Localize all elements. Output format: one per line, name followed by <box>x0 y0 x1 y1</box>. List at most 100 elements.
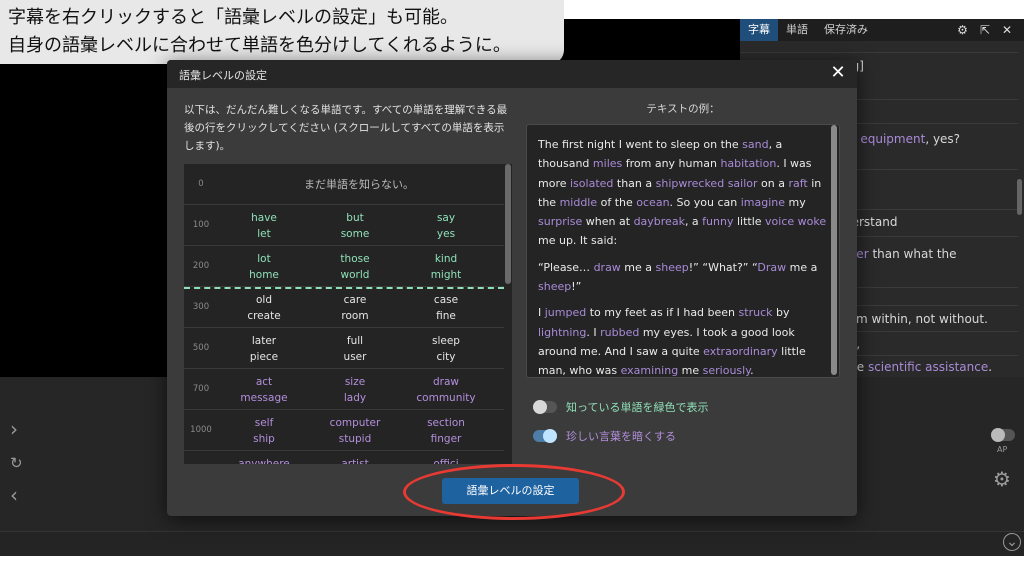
level-number: 300 <box>192 302 210 312</box>
text-fragment: . I <box>586 325 601 339</box>
level-row[interactable]: 500 later piece full user sleep city <box>184 328 504 369</box>
rare-word: funny <box>702 215 734 229</box>
text-fragment: , yes? <box>925 131 961 146</box>
instructions-text: 以下は、だんだん難しくなる単語です。すべての単語を理解できる最後の行をクリックし… <box>184 104 508 152</box>
sidebar-scrollbar[interactable] <box>1017 179 1022 215</box>
level-word: user <box>343 351 367 363</box>
text-fragment: I <box>538 306 545 320</box>
level-number: 100 <box>192 220 210 230</box>
rare-word: daybreak <box>633 215 685 229</box>
text-fragment: !” “What?” “ <box>688 260 758 274</box>
show-known-green-label: 知っている単語を緑色で表示 <box>566 401 709 414</box>
level-word: full <box>346 335 364 347</box>
level-word: piece <box>249 351 279 363</box>
level-word: but <box>346 212 364 224</box>
export-icon[interactable]: ⇱ <box>980 23 990 37</box>
level-word: world <box>340 269 370 281</box>
example-paragraph: I jumped to my feet as if I had been str… <box>538 303 827 378</box>
dim-rare-words-toggle[interactable] <box>533 429 557 443</box>
level-row[interactable]: 200 lot home those world kind might <box>184 246 504 287</box>
level-word: offici <box>433 458 459 464</box>
chevron-right-icon[interactable]: › <box>10 419 18 439</box>
text-fragment: when at <box>582 215 634 229</box>
settings-gear-icon[interactable]: ⚙ <box>993 469 1011 489</box>
tab-subtitles[interactable]: 字幕 <box>740 19 778 41</box>
chevron-down-icon[interactable]: ⌄ <box>1003 533 1021 551</box>
no-words-known-text: まだ単語を知らない。 <box>304 178 414 191</box>
example-paragraph: The first night I went to sleep on the s… <box>538 135 827 251</box>
rare-word: jumped <box>544 306 587 320</box>
level-word: act <box>255 376 273 388</box>
dim-rare-words-row[interactable]: 珍しい言葉を暗くする <box>533 428 676 444</box>
text-fragment: The first night I went to sleep on the <box>538 138 743 151</box>
level-word: message <box>240 392 288 404</box>
autopause-toggle[interactable] <box>991 428 1015 442</box>
level-list[interactable]: 0 まだ単語を知らない。 100 have let but some say yes 200 lot… <box>184 164 512 464</box>
level-row[interactable]: 700 act message size lady draw community <box>184 369 504 410</box>
level-word: anywhere <box>238 458 290 464</box>
dialog-title: 語彙レベルの設定 <box>179 69 267 82</box>
level-word: case <box>433 294 459 306</box>
subtitle-text: rom within, not without. <box>844 312 988 326</box>
banner-line-2: 自身の語彙レベルに合わせて単語を色分けしてくれるように。 <box>8 35 511 56</box>
show-known-green-row[interactable]: 知っている単語を緑色で表示 <box>533 399 708 415</box>
level-word: home <box>249 269 279 281</box>
subtitle-text: ur equipment, yes? <box>844 132 960 146</box>
rare-word: sheep <box>538 280 572 294</box>
level-number: 0 <box>198 179 204 189</box>
level-list-scrollbar[interactable] <box>505 164 511 284</box>
text-fragment: on a <box>757 176 789 190</box>
level-word: city <box>436 351 456 363</box>
level-word: some <box>340 228 370 240</box>
level-word: old <box>255 294 272 306</box>
level-number: 700 <box>192 384 210 394</box>
rare-word: examining <box>620 364 679 378</box>
rare-word: isolated <box>570 176 614 190</box>
level-word: might <box>430 269 462 281</box>
banner-line-1: 字幕を右クリックすると「語彙レベルの設定」も可能。 <box>8 7 458 28</box>
refresh-icon[interactable]: ↻ <box>10 453 23 473</box>
rare-word: Draw <box>757 260 787 274</box>
level-row[interactable]: 300 old create care room case fine <box>184 287 504 328</box>
tab-saved[interactable]: 保存済み <box>816 19 876 41</box>
rare-word: scientific <box>867 359 922 374</box>
level-row[interactable]: 1000 self ship computer stupid section finger <box>184 410 504 451</box>
level-word: ship <box>253 433 275 445</box>
level-word: have <box>251 212 277 224</box>
level-row[interactable]: anywhere artist offici <box>184 451 504 464</box>
text-fragment: from any human <box>622 157 721 171</box>
text-fragment: me a <box>620 260 656 274</box>
rare-word: sheep <box>655 260 689 274</box>
chevron-left-icon[interactable]: ‹ <box>10 485 18 505</box>
text-fragment: than a <box>613 176 656 190</box>
level-word: fine <box>436 310 456 322</box>
highlight-circle <box>403 464 625 520</box>
show-known-green-toggle[interactable] <box>533 400 557 414</box>
level-word: lot <box>257 253 271 265</box>
level-word: sleep <box>432 335 460 347</box>
level-row[interactable]: 100 have let but some say yes <box>184 205 504 246</box>
level-number: 1000 <box>190 425 212 435</box>
text-fragment: by <box>772 306 790 320</box>
level-word: lady <box>343 392 367 404</box>
example-scrollbar[interactable] <box>831 125 837 375</box>
text-fragment: . <box>988 359 993 374</box>
tab-words[interactable]: 単語 <box>778 19 816 41</box>
rare-word: ocean <box>636 195 670 209</box>
level-word: size <box>344 376 366 388</box>
rare-word: draw <box>593 260 621 274</box>
rare-word: assistance <box>925 359 989 374</box>
text-fragment: my <box>785 195 806 209</box>
level-word: later <box>251 335 277 347</box>
gear-icon[interactable]: ⚙ <box>957 23 968 37</box>
text-fragment: . <box>750 364 754 378</box>
rare-word: lightning <box>538 325 587 339</box>
rare-word: rubbed <box>600 325 640 339</box>
rare-word: raft <box>788 176 808 190</box>
rare-word: equipment <box>860 131 926 146</box>
example-text-box: The first night I went to sleep on the s… <box>526 124 840 378</box>
close-button[interactable]: ✕ <box>827 62 849 84</box>
text-fragment: little <box>733 215 766 229</box>
close-icon[interactable]: ✕ <box>1002 23 1012 37</box>
level-row[interactable]: 0 まだ単語を知らない。 <box>184 164 504 205</box>
